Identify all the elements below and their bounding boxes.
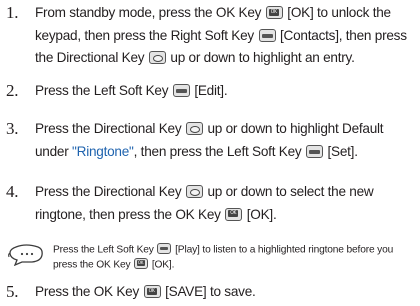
left-soft-key-icon	[157, 243, 172, 254]
step-number: 5.	[6, 282, 19, 301]
ok-key-icon	[265, 6, 283, 19]
step-text: Press the Directional Key up or down to …	[35, 181, 416, 226]
step-text: Press the OK Key [SAVE] to save.	[35, 281, 416, 304]
step-number: 3.	[6, 119, 19, 138]
note: Press the Left Soft Key [Play] to listen…	[8, 243, 418, 273]
ringtone-link-text: "Ringtone"	[72, 143, 134, 159]
step-number: 1.	[6, 3, 19, 22]
directional-key-icon	[148, 51, 166, 64]
note-text: Press the Left Soft Key [Play] to listen…	[53, 243, 418, 273]
speech-bubble-note-icon	[8, 244, 43, 266]
left-soft-key-icon	[305, 144, 323, 158]
right-soft-key-icon	[258, 28, 276, 42]
step-text: From standby mode, press the OK Key [OK]…	[35, 2, 416, 70]
ok-key-icon	[134, 258, 149, 269]
left-soft-key-icon	[172, 84, 190, 97]
step-number: 4.	[6, 182, 19, 201]
ok-key-icon	[143, 285, 161, 298]
directional-key-icon	[185, 185, 203, 198]
step-text: Press the Left Soft Key [Edit].	[35, 83, 228, 98]
ok-key-icon	[225, 207, 243, 221]
step-number: 2.	[6, 81, 19, 100]
directional-key-icon	[185, 122, 203, 135]
step-text: Press the Directional Key up or down to …	[35, 121, 384, 159]
